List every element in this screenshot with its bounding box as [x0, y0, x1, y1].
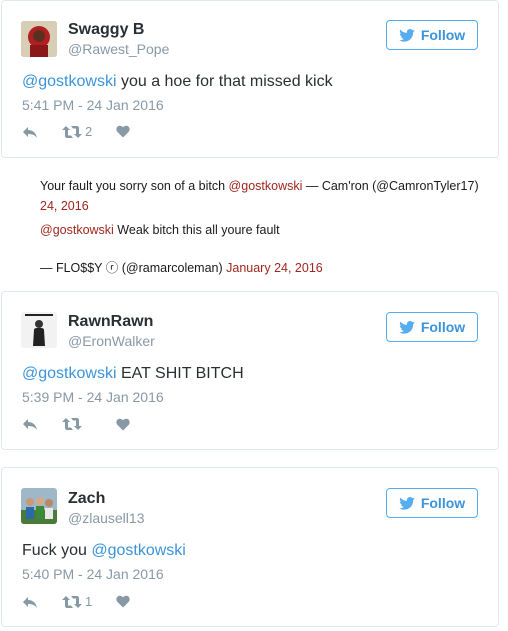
- tweet-card: RawnRawn @EronWalker Follow @gostkowski …: [1, 291, 499, 450]
- tweet-body: EAT SHIT BITCH: [116, 365, 244, 382]
- embedded-quote: @gostkowski Weak bitch this all youre fa…: [40, 223, 280, 237]
- like-button[interactable]: [116, 595, 130, 608]
- twitter-bird-icon: [399, 496, 415, 510]
- tweet-actions: 1: [22, 594, 130, 609]
- timestamp[interactable]: 5:40 PM - 24 Jan 2016: [22, 566, 164, 582]
- quote-attribution: — FLO$$Y ⓡ (@ramarcoleman): [40, 261, 227, 275]
- quote-text: Your fault you sorry son of a bitch: [40, 179, 229, 193]
- follow-button[interactable]: Follow: [386, 488, 478, 518]
- tweet-actions: 2: [22, 124, 130, 139]
- heart-icon: [116, 418, 130, 430]
- reply-button[interactable]: [22, 595, 42, 609]
- tweet-actions: [22, 417, 130, 431]
- user-handle[interactable]: @Rawest_Pope: [68, 41, 169, 57]
- mention-link[interactable]: @gostkowski: [22, 73, 117, 90]
- retweet-button[interactable]: 1: [62, 594, 102, 609]
- retweet-count: 2: [85, 124, 93, 139]
- heart-icon: [116, 595, 130, 608]
- tweet-text: Fuck you @gostkowski: [22, 542, 186, 560]
- timestamp[interactable]: 5:41 PM - 24 Jan 2016: [22, 97, 164, 113]
- display-name[interactable]: Zach: [68, 490, 105, 508]
- display-name[interactable]: RawnRawn: [68, 313, 153, 331]
- tweet-body: Fuck you: [22, 542, 92, 559]
- retweet-button[interactable]: [62, 417, 102, 431]
- avatar[interactable]: [21, 312, 57, 348]
- embedded-quote: Your fault you sorry son of a bitch @gos…: [40, 176, 504, 216]
- follow-button[interactable]: Follow: [386, 20, 478, 50]
- display-name[interactable]: Swaggy B: [68, 21, 144, 39]
- reply-icon: [23, 596, 37, 608]
- timestamp[interactable]: 5:39 PM - 24 Jan 2016: [22, 389, 164, 405]
- follow-label: Follow: [420, 319, 466, 335]
- heart-icon: [116, 125, 130, 138]
- quote-attribution-line: — FLO$$Y ⓡ (@ramarcoleman) January 24, 2…: [40, 257, 323, 276]
- quote-date[interactable]: January 24, 2016: [226, 261, 323, 275]
- tweet-card: Zach @zlausell13 Follow Fuck you @gostko…: [1, 467, 499, 627]
- mention-link[interactable]: @gostkowski: [40, 223, 114, 237]
- twitter-bird-icon: [399, 320, 415, 334]
- follow-label: Follow: [420, 495, 466, 511]
- tweet-body: you a hoe for that missed kick: [116, 73, 333, 90]
- retweet-icon: [62, 125, 82, 138]
- user-handle[interactable]: @zlausell13: [68, 510, 144, 526]
- reply-icon: [23, 419, 37, 430]
- mention-link[interactable]: @gostkowski: [229, 179, 303, 193]
- reply-button[interactable]: [22, 125, 42, 139]
- tweet-card: Swaggy B @Rawest_Pope Follow @gostkowski…: [1, 0, 499, 158]
- like-button[interactable]: [116, 125, 130, 138]
- follow-label: Follow: [420, 27, 466, 43]
- like-button[interactable]: [116, 418, 130, 431]
- quote-text: Weak bitch this all youre fault: [113, 223, 280, 237]
- quote-date[interactable]: 24, 2016: [40, 199, 89, 213]
- mention-link[interactable]: @gostkowski: [91, 542, 186, 559]
- retweet-icon: [62, 595, 82, 608]
- reply-icon: [23, 126, 37, 138]
- retweet-icon: [62, 418, 82, 430]
- twitter-bird-icon: [399, 28, 415, 42]
- quote-attribution: — Cam'ron (@CamronTyler17): [302, 179, 479, 193]
- tweet-text: @gostkowski you a hoe for that missed ki…: [22, 73, 333, 91]
- reply-button[interactable]: [22, 417, 42, 431]
- retweet-button[interactable]: 2: [62, 124, 102, 139]
- avatar[interactable]: [21, 488, 57, 524]
- retweet-count: 1: [85, 594, 93, 609]
- user-handle[interactable]: @EronWalker: [68, 333, 155, 349]
- tweet-text: @gostkowski EAT SHIT BITCH: [22, 365, 244, 383]
- mention-link[interactable]: @gostkowski: [22, 365, 117, 382]
- avatar[interactable]: [21, 21, 57, 57]
- follow-button[interactable]: Follow: [386, 312, 478, 342]
